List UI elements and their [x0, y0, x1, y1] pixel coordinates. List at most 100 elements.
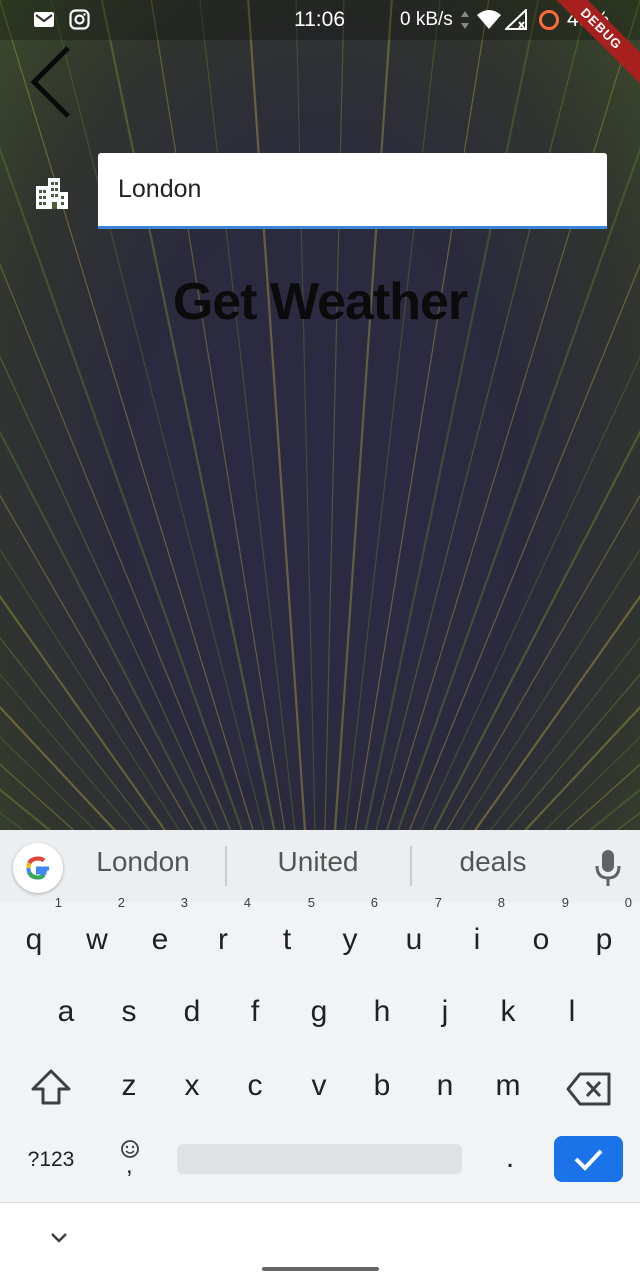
key-a[interactable]: a [40, 982, 92, 1042]
leaf-vein [320, 643, 640, 830]
leaf-vein [247, 0, 307, 830]
debug-banner: DEBUG [550, 0, 640, 90]
key-v[interactable]: v [293, 1056, 345, 1116]
leaf-vein [446, 494, 640, 830]
leaf-vein [432, 430, 640, 830]
key-f[interactable]: f [229, 982, 281, 1042]
leaf-vein [0, 494, 194, 830]
key-hint: 2 [117, 895, 125, 910]
emoji-comma-key[interactable]: , [118, 1132, 142, 1182]
backspace-icon[interactable] [566, 1072, 612, 1106]
leaf-vein [0, 736, 96, 830]
key-label: e [151, 923, 169, 956]
leaf-vein [320, 478, 640, 830]
leaf-vein [0, 478, 320, 830]
key-z[interactable]: z [103, 1056, 155, 1116]
suggestion-divider [225, 846, 227, 886]
leaf-vein [0, 699, 320, 830]
microphone-icon[interactable] [592, 848, 624, 888]
leaf-vein [0, 355, 220, 830]
leaf-vein [150, 0, 286, 830]
shift-icon[interactable] [30, 1068, 72, 1106]
leaf-vein [320, 532, 640, 830]
key-x[interactable]: x [166, 1056, 218, 1116]
key-k[interactable]: k [482, 982, 534, 1042]
navigation-bar [0, 1202, 640, 1281]
key-j[interactable]: j [419, 982, 471, 1042]
key-q[interactable]: q1 [8, 896, 62, 970]
chevron-left-icon[interactable] [26, 44, 78, 120]
key-l[interactable]: l [546, 982, 598, 1042]
key-h[interactable]: h [356, 982, 408, 1042]
suggestion-1[interactable]: London [58, 846, 228, 878]
key-m[interactable]: m [482, 1056, 534, 1116]
leaf-vein [0, 146, 243, 830]
leaf-vein [420, 355, 640, 830]
network-speed: 0 kB/s [400, 9, 453, 30]
key-y[interactable]: y6 [324, 896, 379, 970]
google-icon[interactable] [13, 843, 63, 893]
key-g[interactable]: g [293, 982, 345, 1042]
key-n[interactable]: n [419, 1056, 471, 1116]
key-r[interactable]: r4 [197, 896, 251, 970]
suggestion-bar: London United deals [0, 830, 640, 902]
suggestion-2[interactable]: United [233, 846, 403, 878]
key-c[interactable]: c [229, 1056, 281, 1116]
key-hint: 0 [624, 895, 632, 910]
home-gesture-handle[interactable] [262, 1267, 379, 1271]
key-hint: 9 [561, 895, 569, 910]
key-s[interactable]: s [103, 982, 155, 1042]
leaf-vein [397, 146, 640, 830]
city-buildings-icon [36, 178, 68, 209]
leaf-vein [0, 548, 180, 830]
key-b[interactable]: b [356, 1056, 408, 1116]
leaf-vein [0, 0, 254, 830]
comma-label: , [126, 1152, 133, 1179]
data-arrows-icon [461, 11, 469, 29]
key-hint: 4 [243, 895, 251, 910]
leaf-vein [320, 699, 640, 830]
key-label: r [218, 923, 228, 956]
leaf-vein [354, 0, 490, 830]
status-bar: 11:06 0 kB/s 49% [0, 0, 640, 40]
key-label: p [595, 923, 613, 956]
key-label: i [473, 923, 481, 956]
palm-leaf-pattern [0, 0, 640, 830]
chevron-down-icon[interactable] [46, 1227, 72, 1247]
city-input[interactable] [98, 153, 607, 229]
key-w[interactable]: w2 [71, 896, 125, 970]
leaf-vein [473, 594, 640, 830]
leaf-vein [50, 0, 265, 830]
key-hint: 3 [180, 895, 188, 910]
key-label: w [86, 923, 108, 956]
key-p[interactable]: p0 [578, 896, 632, 970]
key-label: o [532, 923, 550, 956]
space-bar[interactable] [177, 1144, 462, 1174]
enter-button[interactable] [554, 1136, 623, 1182]
key-u[interactable]: u7 [388, 896, 442, 970]
leaf-vein [295, 0, 316, 830]
key-t[interactable]: t5 [261, 896, 315, 970]
key-d[interactable]: d [166, 982, 218, 1042]
leaf-vein [0, 594, 167, 830]
leaf-vein [320, 587, 640, 830]
get-weather-button[interactable]: Get Weather [0, 272, 640, 332]
key-o[interactable]: o9 [515, 896, 569, 970]
leaf-vein [409, 263, 640, 830]
key-label: y [342, 923, 358, 956]
gmail-icon [34, 12, 54, 27]
key-i[interactable]: i8 [451, 896, 505, 970]
key-e[interactable]: e3 [134, 896, 188, 970]
checkmark-icon [574, 1149, 603, 1171]
leaf-vein [344, 0, 441, 830]
instagram-icon [69, 9, 90, 30]
key-label: q [25, 923, 43, 956]
leaf-vein [0, 643, 320, 830]
leaf-vein [460, 548, 640, 830]
leaf-vein [0, 430, 208, 830]
soft-keyboard: London United deals q1 w2 e3 r4 t5 y6 u7… [0, 830, 640, 1202]
leaf-vein [386, 0, 640, 830]
period-key[interactable]: . [484, 1128, 536, 1188]
symbols-key[interactable]: ?123 [20, 1130, 82, 1190]
suggestion-3[interactable]: deals [408, 846, 578, 878]
